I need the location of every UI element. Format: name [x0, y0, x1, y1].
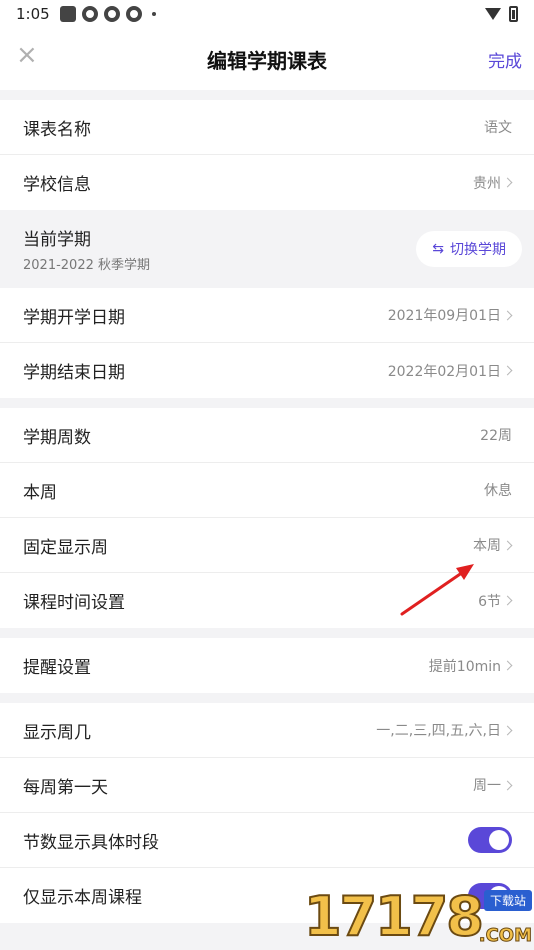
row-value: 2021年09月01日 [388, 305, 513, 325]
row-label: 学校信息 [23, 175, 91, 195]
row-value: 贵州 [473, 173, 513, 193]
close-icon[interactable]: × [16, 42, 38, 68]
switch-term-label: 切换学期 [450, 242, 506, 258]
row-value: 22周 [480, 428, 512, 444]
wifi-icon [485, 8, 501, 20]
app-notification-icon [59, 6, 76, 22]
row-value: 休息 [484, 483, 512, 499]
row-reminder-settings[interactable]: 提醒设置 提前10min [0, 638, 534, 693]
row-label: 学期开学日期 [23, 307, 125, 328]
watermark-number: 17178 [303, 884, 485, 949]
row-value: 本周 [473, 535, 513, 555]
chevron-right-icon [502, 310, 513, 320]
row-term-start-date[interactable]: 学期开学日期 2021年09月01日 [0, 288, 534, 343]
switch-term-button[interactable]: ⇆ 切换学期 [416, 231, 522, 267]
term-name: 2021-2022 秋季学期 [23, 258, 150, 273]
row-this-week[interactable]: 本周 休息 [0, 463, 534, 518]
row-term-weeks[interactable]: 学期周数 22周 [0, 408, 534, 463]
row-value: 提前10min [429, 656, 513, 676]
row-value: 语文 [484, 120, 512, 136]
row-label: 节数显示具体时段 [23, 832, 159, 853]
term-label: 当前学期 [23, 230, 91, 250]
row-value: 6节 [478, 591, 513, 611]
row-label: 课表名称 [23, 119, 91, 140]
row-school-info[interactable]: 学校信息 贵州 [0, 155, 534, 210]
section-dates: 学期开学日期 2021年09月01日 学期结束日期 2022年02月01日 [0, 288, 534, 398]
row-value: 一,二,三,四,五,六,日 [376, 720, 513, 740]
section-reminder: 提醒设置 提前10min [0, 638, 534, 693]
row-value: 周一 [473, 775, 513, 795]
swap-icon: ⇆ [432, 241, 444, 257]
chevron-right-icon [502, 595, 513, 606]
done-button[interactable]: 完成 [488, 47, 522, 72]
show-period-times-toggle[interactable] [468, 827, 512, 853]
watermark-logo: 17178 下载站 .COM [303, 884, 534, 950]
row-label: 仅显示本周课程 [23, 888, 142, 908]
annotation-arrow-icon [400, 564, 474, 616]
page-title: 编辑学期课表 [207, 48, 327, 73]
row-label: 学期结束日期 [23, 363, 125, 383]
watermark-tag: 下载站 [483, 890, 532, 911]
chevron-right-icon [502, 725, 513, 735]
row-label: 提醒设置 [23, 658, 91, 678]
status-bar: 1:05 [0, 0, 534, 28]
row-schedule-name[interactable]: 课表名称 语文 [0, 100, 534, 155]
row-display-weekdays[interactable]: 显示周几 一,二,三,四,五,六,日 [0, 703, 534, 758]
row-label: 显示周几 [23, 722, 91, 743]
app-notification-icon [81, 6, 98, 22]
app-notification-icon [125, 6, 142, 22]
more-notifications-icon [151, 12, 156, 16]
row-first-day-of-week[interactable]: 每周第一天 周一 [0, 758, 534, 813]
row-show-period-times: 节数显示具体时段 [0, 813, 534, 868]
chevron-right-icon [502, 780, 513, 790]
watermark-suffix: .COM [478, 925, 532, 947]
header: × 编辑学期课表 完成 [0, 28, 534, 90]
chevron-right-icon [502, 177, 513, 188]
row-value: 2022年02月01日 [388, 361, 513, 381]
row-label: 本周 [23, 482, 57, 503]
app-notification-icon [103, 6, 120, 22]
chevron-right-icon [502, 660, 513, 671]
section-basic: 课表名称 语文 学校信息 贵州 [0, 100, 534, 210]
row-label: 课程时间设置 [23, 593, 125, 613]
chevron-right-icon [502, 540, 513, 550]
chevron-right-icon [502, 365, 513, 376]
row-label: 固定显示周 [23, 537, 108, 558]
status-time: 1:05 [16, 5, 50, 23]
current-term: 当前学期 2021-2022 秋季学期 ⇆ 切换学期 [0, 210, 534, 288]
notification-icons [59, 6, 156, 22]
row-label: 每周第一天 [23, 777, 108, 798]
row-label: 学期周数 [23, 427, 91, 448]
battery-icon [509, 6, 518, 22]
row-term-end-date[interactable]: 学期结束日期 2022年02月01日 [0, 343, 534, 398]
